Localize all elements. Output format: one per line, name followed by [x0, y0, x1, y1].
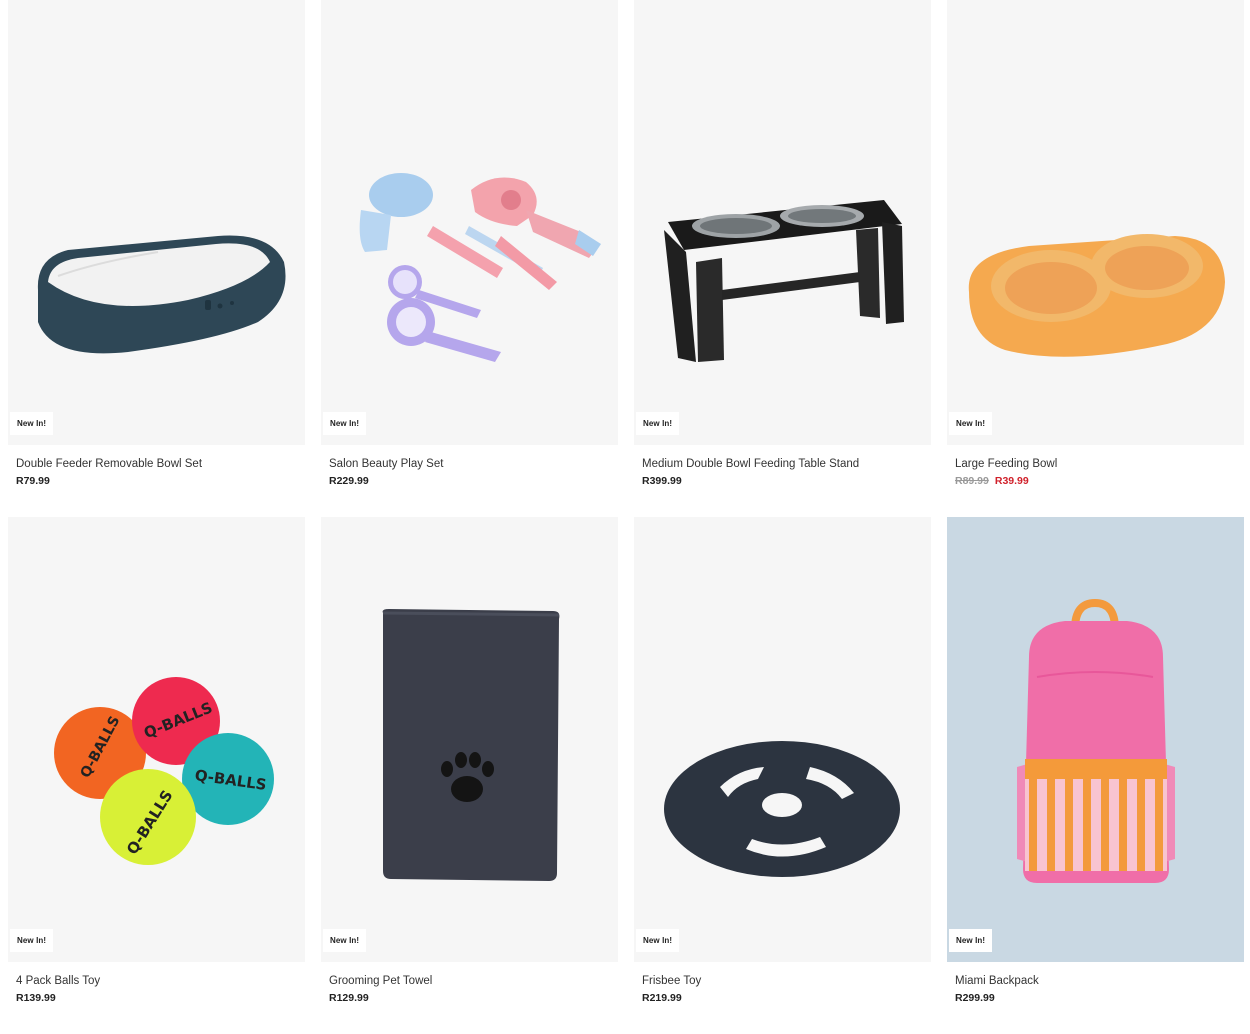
bowl-set-image [37, 235, 286, 354]
product-card[interactable]: New In! Salon Beauty Play Set R229.99 [321, 0, 618, 517]
product-price: R139.99 [16, 992, 56, 1004]
product-name[interactable]: 4 Pack Balls Toy [16, 972, 297, 990]
product-name[interactable]: Double Feeder Removable Bowl Set [16, 455, 297, 473]
new-in-badge: New In! [323, 412, 367, 435]
product-card[interactable]: New In! Large Feeding Bowl R89.99 R39.99 [947, 0, 1244, 517]
product-name[interactable]: Grooming Pet Towel [329, 972, 610, 990]
product-price: R229.99 [329, 475, 369, 487]
product-card[interactable]: New In! Double Feeder Removable Bowl Set… [8, 0, 305, 517]
product-price-row: R399.99 [642, 474, 923, 488]
product-name[interactable]: Frisbee Toy [642, 972, 923, 990]
balls-toy-image: Q-BALLS Q-BALLS Q-BALLS Q-BALLS [54, 677, 274, 865]
product-price-row: R79.99 [16, 474, 297, 488]
new-in-badge: New In! [636, 412, 680, 435]
new-in-badge: New In! [10, 412, 54, 435]
product-card[interactable]: New In! Grooming Pet Towel R129.99 [321, 517, 618, 1034]
new-in-badge: New In! [949, 412, 993, 435]
product-was-price: R89.99 [955, 475, 989, 487]
product-name[interactable]: Salon Beauty Play Set [329, 455, 610, 473]
stripe-pocket [1025, 779, 1167, 871]
product-image[interactable]: New In! [634, 517, 931, 962]
product-price-row: R299.99 [955, 991, 1236, 1005]
product-image[interactable]: New In! [8, 0, 305, 445]
backpack-image [1017, 598, 1175, 883]
product-price-row: R139.99 [16, 991, 297, 1005]
new-in-badge: New In! [323, 929, 367, 952]
product-image[interactable]: New In! [947, 517, 1244, 962]
towel-image [382, 609, 560, 881]
product-card[interactable]: New In! Miami Backpack R299.99 [947, 517, 1244, 1034]
product-name[interactable]: Miami Backpack [955, 972, 1236, 990]
product-price: R79.99 [16, 475, 50, 487]
product-image[interactable]: New In! [321, 517, 618, 962]
product-image[interactable]: Q-BALLS Q-BALLS Q-BALLS Q-BALLS New In! [8, 517, 305, 962]
product-price-row: R89.99 R39.99 [955, 474, 1236, 488]
product-image[interactable]: New In! [634, 0, 931, 445]
product-price-row: R229.99 [329, 474, 610, 488]
product-sale-price: R39.99 [994, 475, 1029, 487]
new-in-badge: New In! [636, 929, 680, 952]
new-in-badge: New In! [10, 929, 54, 952]
product-price-row: R129.99 [329, 991, 610, 1005]
product-price-row: R219.99 [642, 991, 923, 1005]
product-name[interactable]: Large Feeding Bowl [955, 455, 1236, 473]
feeding-stand-image [664, 200, 904, 362]
product-image[interactable]: New In! [321, 0, 618, 445]
new-in-badge: New In! [949, 929, 993, 952]
product-image[interactable]: New In! [947, 0, 1244, 445]
salon-set-image [359, 173, 601, 362]
product-grid: New In! Double Feeder Removable Bowl Set… [8, 0, 1244, 1034]
product-price: R299.99 [955, 992, 995, 1004]
frisbee-image [664, 741, 900, 877]
feeding-bowl-image [968, 234, 1225, 357]
product-card[interactable]: New In! Frisbee Toy R219.99 [634, 517, 931, 1034]
product-price: R219.99 [642, 992, 682, 1004]
product-card[interactable]: Q-BALLS Q-BALLS Q-BALLS Q-BALLS New In! … [8, 517, 305, 1034]
product-price: R129.99 [329, 992, 369, 1004]
product-card[interactable]: New In! Medium Double Bowl Feeding Table… [634, 0, 931, 517]
product-name[interactable]: Medium Double Bowl Feeding Table Stand [642, 455, 923, 473]
product-price: R399.99 [642, 475, 682, 487]
